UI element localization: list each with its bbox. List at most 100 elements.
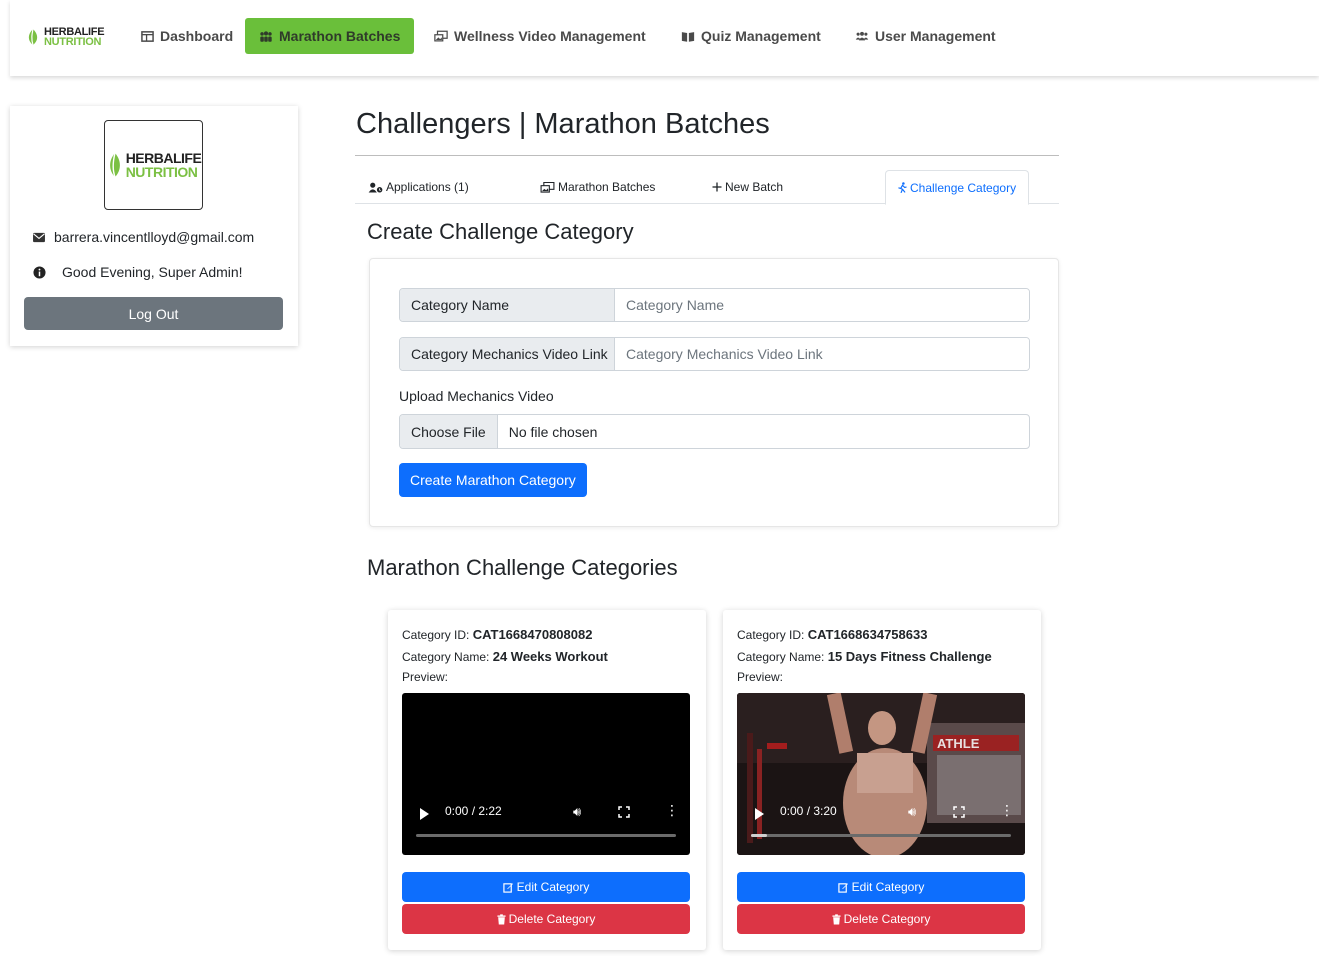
leaf-icon bbox=[28, 28, 38, 46]
choose-file-button[interactable]: Choose File bbox=[400, 415, 498, 448]
users-cog-icon bbox=[855, 29, 869, 43]
brand-line2: NUTRITION bbox=[44, 36, 102, 48]
edit-category-label: Edit Category bbox=[516, 880, 590, 894]
delete-category-label: Delete Category bbox=[843, 912, 931, 926]
nav-user-management[interactable]: User Management bbox=[841, 18, 1010, 54]
tab-bar: Applications (1) Marathon Batches New Ba… bbox=[355, 170, 1059, 205]
tab-applications[interactable]: Applications (1) bbox=[368, 170, 469, 204]
video-progress-track[interactable] bbox=[416, 834, 676, 837]
more-options-icon[interactable]: ⋮ bbox=[665, 803, 679, 817]
edit-icon bbox=[502, 882, 514, 893]
category-id: CAT1668470808082 bbox=[472, 627, 593, 642]
upload-video-label: Upload Mechanics Video bbox=[399, 388, 554, 404]
edit-icon bbox=[837, 882, 849, 893]
create-category-button[interactable]: Create Marathon Category bbox=[399, 463, 587, 497]
leaf-icon bbox=[109, 152, 120, 178]
tab-marathon-batches[interactable]: Marathon Batches bbox=[540, 170, 655, 204]
profile-card: HERBALIFE NUTRITION barrera.vincentlloyd… bbox=[10, 106, 298, 346]
profile-logo: HERBALIFE NUTRITION bbox=[104, 120, 203, 210]
profile-greeting-row: Good Evening, Super Admin! bbox=[32, 264, 243, 280]
video-link-label: Category Mechanics Video Link bbox=[400, 338, 615, 370]
category-name-line: Category Name: 24 Weeks Workout bbox=[402, 649, 608, 664]
profile-greeting: Good Evening, Super Admin! bbox=[62, 264, 243, 280]
info-icon bbox=[32, 265, 46, 279]
video-player[interactable]: 0:00 / 2:22 🔊︎ ⋮ bbox=[402, 693, 690, 855]
preview-label: Preview: bbox=[737, 670, 784, 684]
video-controls: 0:00 / 2:22 🔊︎ ⋮ bbox=[402, 795, 690, 855]
category-name-label: Category Name: bbox=[402, 650, 490, 664]
category-name: 15 Days Fitness Challenge bbox=[827, 649, 992, 664]
fullscreen-icon[interactable] bbox=[618, 806, 630, 818]
play-icon[interactable] bbox=[755, 808, 764, 820]
file-status: No file chosen bbox=[508, 423, 598, 440]
play-icon[interactable] bbox=[420, 808, 429, 820]
more-options-icon[interactable]: ⋮ bbox=[1000, 803, 1014, 817]
nav-wellness-video-label: Wellness Video Management bbox=[454, 28, 646, 44]
category-name-line: Category Name: 15 Days Fitness Challenge bbox=[737, 649, 992, 664]
edit-category-button[interactable]: Edit Category bbox=[737, 872, 1025, 902]
edit-category-button[interactable]: Edit Category bbox=[402, 872, 690, 902]
user-clock-icon bbox=[368, 182, 383, 193]
trash-icon bbox=[497, 913, 506, 925]
delete-category-label: Delete Category bbox=[508, 912, 596, 926]
category-id-label: Category ID: bbox=[402, 628, 470, 642]
category-id-line: Category ID: CAT1668470808082 bbox=[402, 627, 592, 642]
category-id: CAT1668634758633 bbox=[807, 627, 928, 642]
svg-text:ATHLE: ATHLE bbox=[937, 736, 980, 751]
video-link-group: Category Mechanics Video Link bbox=[399, 337, 1030, 371]
volume-icon[interactable]: 🔊︎ bbox=[573, 804, 581, 820]
nav-marathon-batches[interactable]: Marathon Batches bbox=[245, 18, 415, 54]
category-card: Category ID: CAT1668470808082 Category N… bbox=[388, 610, 706, 950]
tab-marathon-batches-label: Marathon Batches bbox=[558, 180, 656, 194]
logo-line1: HERBALIFE bbox=[125, 150, 202, 166]
nav-dashboard-label: Dashboard bbox=[160, 28, 234, 44]
nav-marathon-batches-label: Marathon Batches bbox=[279, 28, 401, 44]
nav-user-management-label: User Management bbox=[875, 28, 996, 44]
video-time: 0:00 / 3:20 bbox=[780, 804, 837, 818]
tab-challenge-category[interactable]: Challenge Category bbox=[885, 170, 1030, 205]
category-name: 24 Weeks Workout bbox=[492, 649, 608, 664]
nav-dashboard[interactable]: Dashboard bbox=[126, 18, 247, 54]
page-title: Challengers | Marathon Batches bbox=[356, 108, 770, 140]
images-icon bbox=[540, 181, 555, 193]
users-icon bbox=[259, 29, 273, 43]
title-divider bbox=[355, 155, 1059, 156]
nav-quiz-label: Quiz Management bbox=[701, 28, 821, 44]
create-category-form: Category Name Category Mechanics Video L… bbox=[369, 258, 1059, 527]
delete-category-button[interactable]: Delete Category bbox=[402, 904, 690, 934]
plus-icon bbox=[712, 182, 722, 192]
logout-button[interactable]: Log Out bbox=[24, 297, 283, 330]
category-name-group: Category Name bbox=[399, 288, 1030, 322]
category-name-input[interactable] bbox=[615, 289, 1029, 321]
brand-logo[interactable]: HERBALIFE NUTRITION bbox=[24, 26, 110, 48]
trash-icon bbox=[832, 913, 841, 925]
file-input[interactable]: Choose File No file chosen bbox=[399, 414, 1030, 449]
category-card: Category ID: CAT1668634758633 Category N… bbox=[723, 610, 1041, 950]
envelope-icon bbox=[32, 230, 46, 244]
categories-heading: Marathon Challenge Categories bbox=[367, 555, 678, 580]
video-time: 0:00 / 2:22 bbox=[445, 804, 502, 818]
create-category-heading: Create Challenge Category bbox=[367, 219, 634, 244]
tab-applications-label: Applications (1) bbox=[386, 180, 469, 194]
video-progress-track[interactable] bbox=[751, 834, 1011, 837]
video-controls: 0:00 / 3:20 🔊︎ ⋮ bbox=[737, 795, 1025, 855]
video-link-input[interactable] bbox=[615, 338, 1029, 370]
tab-new-batch[interactable]: New Batch bbox=[712, 170, 783, 204]
fullscreen-icon[interactable] bbox=[953, 806, 965, 818]
video-progress-fill bbox=[751, 834, 767, 837]
tab-challenge-category-label: Challenge Category bbox=[910, 180, 1017, 195]
nav-quiz[interactable]: Quiz Management bbox=[667, 18, 835, 54]
photo-video-icon bbox=[434, 29, 448, 43]
delete-category-button[interactable]: Delete Category bbox=[737, 904, 1025, 934]
profile-email: barrera.vincentlloyd@gmail.com bbox=[54, 229, 255, 245]
preview-label: Preview: bbox=[402, 670, 449, 684]
category-id-line: Category ID: CAT1668634758633 bbox=[737, 627, 927, 642]
running-icon bbox=[898, 182, 907, 193]
volume-icon[interactable]: 🔊︎ bbox=[908, 804, 916, 820]
book-open-icon bbox=[681, 29, 695, 43]
top-navbar: HERBALIFE NUTRITION Dashboard Marathon B… bbox=[10, 0, 1319, 76]
nav-wellness-video[interactable]: Wellness Video Management bbox=[420, 18, 660, 54]
video-player[interactable]: ATHLE 0:00 / 3:20 🔊︎ ⋮ bbox=[737, 693, 1025, 855]
tab-new-batch-label: New Batch bbox=[725, 180, 784, 194]
logo-line2: NUTRITION bbox=[125, 164, 198, 180]
